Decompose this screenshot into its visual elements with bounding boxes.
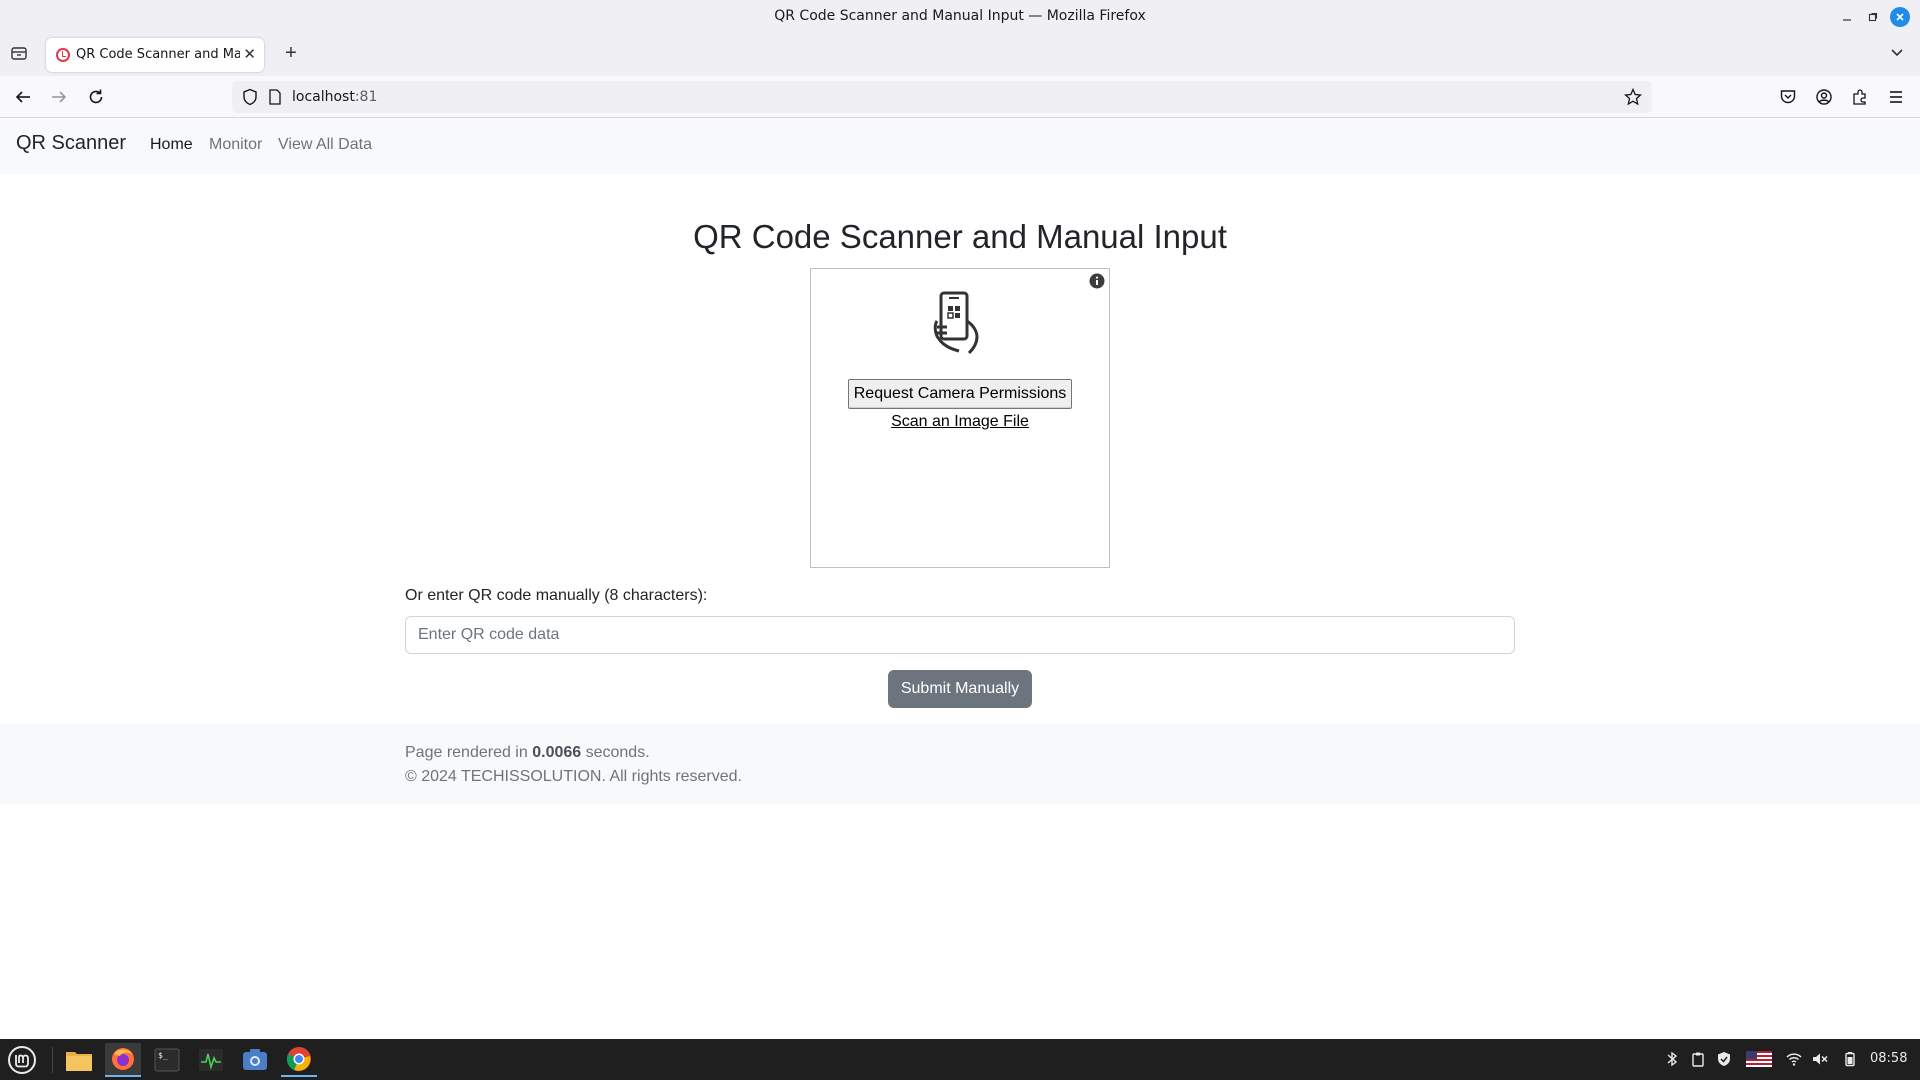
files-icon[interactable] bbox=[61, 1043, 97, 1077]
minimize-icon[interactable] bbox=[1836, 6, 1858, 28]
svg-text:$_: $_ bbox=[158, 1051, 168, 1060]
tab-title: QR Code Scanner and Manual Input bbox=[76, 47, 240, 62]
system-monitor-icon[interactable] bbox=[193, 1043, 229, 1077]
submit-manually-button[interactable]: Submit Manually bbox=[888, 670, 1032, 708]
firefox-icon[interactable] bbox=[105, 1043, 141, 1077]
render-time-value: 0.0066 bbox=[532, 744, 582, 761]
taskbar-clock[interactable]: 08:58 bbox=[1870, 1051, 1907, 1066]
extensions-icon[interactable] bbox=[1849, 86, 1871, 108]
qr-reader-box: Request Camera Permissions Scan an Image… bbox=[810, 268, 1110, 568]
page-title: QR Code Scanner and Manual Input bbox=[693, 218, 1227, 255]
security-shield-icon[interactable] bbox=[1716, 1051, 1732, 1067]
forward-icon[interactable] bbox=[48, 86, 70, 108]
close-tab-icon[interactable]: ✕ bbox=[243, 45, 256, 63]
site-navbar: QR Scanner Home Monitor View All Data bbox=[0, 118, 1920, 174]
url-bar[interactable]: localhost:81 bbox=[232, 81, 1652, 113]
pocket-icon[interactable] bbox=[1777, 86, 1799, 108]
close-window-icon[interactable] bbox=[1890, 7, 1910, 27]
us-flag-keyboard-icon[interactable] bbox=[1746, 1051, 1772, 1067]
chrome-icon[interactable] bbox=[281, 1043, 317, 1077]
tab-active[interactable]: QR Code Scanner and Manual Input ✕ bbox=[46, 38, 264, 72]
page-viewport: QR Scanner Home Monitor View All Data QR… bbox=[0, 118, 1920, 1039]
nav-link-monitor[interactable]: Monitor bbox=[209, 136, 262, 154]
info-icon[interactable] bbox=[1089, 273, 1105, 289]
nav-link-view-all-data[interactable]: View All Data bbox=[278, 136, 372, 154]
tracking-shield-icon[interactable] bbox=[242, 88, 258, 111]
manual-input-label: Or enter QR code manually (8 characters)… bbox=[405, 587, 708, 604]
reload-icon[interactable] bbox=[85, 86, 107, 108]
window-title: QR Code Scanner and Manual Input — Mozil… bbox=[774, 8, 1146, 24]
scan-image-file-link[interactable]: Scan an Image File bbox=[811, 413, 1109, 431]
qr-code-input[interactable] bbox=[405, 616, 1515, 654]
screenshot-icon[interactable] bbox=[237, 1043, 273, 1077]
url-port: :81 bbox=[354, 89, 378, 105]
bookmark-star-icon[interactable] bbox=[1623, 87, 1643, 111]
new-tab-icon[interactable]: + bbox=[280, 42, 302, 64]
clipboard-icon[interactable] bbox=[1690, 1051, 1706, 1067]
volume-muted-icon[interactable] bbox=[1812, 1051, 1828, 1067]
mint-menu-icon[interactable] bbox=[4, 1043, 40, 1077]
render-time-text: Page rendered in 0.0066 seconds. bbox=[405, 744, 650, 762]
nav-link-home[interactable]: Home bbox=[150, 136, 193, 154]
url-host: localhost bbox=[292, 89, 355, 105]
url-text[interactable]: localhost:81 bbox=[292, 89, 377, 105]
taskbar-separator bbox=[52, 1047, 53, 1073]
battery-icon[interactable] bbox=[1842, 1051, 1858, 1067]
site-brand[interactable]: QR Scanner bbox=[16, 132, 126, 155]
page-info-icon[interactable] bbox=[268, 88, 282, 111]
bluetooth-icon[interactable] bbox=[1664, 1051, 1680, 1067]
wifi-icon[interactable] bbox=[1786, 1051, 1802, 1067]
phone-scan-icon bbox=[933, 291, 983, 357]
copyright-text: © 2024 TECHISSOLUTION. All rights reserv… bbox=[405, 768, 742, 785]
request-camera-button[interactable]: Request Camera Permissions bbox=[848, 379, 1072, 409]
render-prefix: Page rendered in bbox=[405, 744, 528, 761]
back-icon[interactable] bbox=[12, 86, 34, 108]
hamburger-menu-icon[interactable] bbox=[1885, 86, 1907, 108]
account-icon[interactable] bbox=[1813, 86, 1835, 108]
maximize-icon[interactable] bbox=[1862, 6, 1884, 28]
terminal-icon[interactable]: $_ bbox=[149, 1043, 185, 1077]
chevron-down-icon[interactable] bbox=[1890, 46, 1904, 60]
tab-list-icon[interactable] bbox=[10, 44, 30, 64]
page-favicon-icon bbox=[56, 48, 70, 62]
page-footer: Page rendered in 0.0066 seconds. © 2024 … bbox=[0, 724, 1920, 804]
taskbar: $_ 08:58 bbox=[0, 1039, 1920, 1080]
render-suffix: seconds. bbox=[585, 744, 650, 761]
